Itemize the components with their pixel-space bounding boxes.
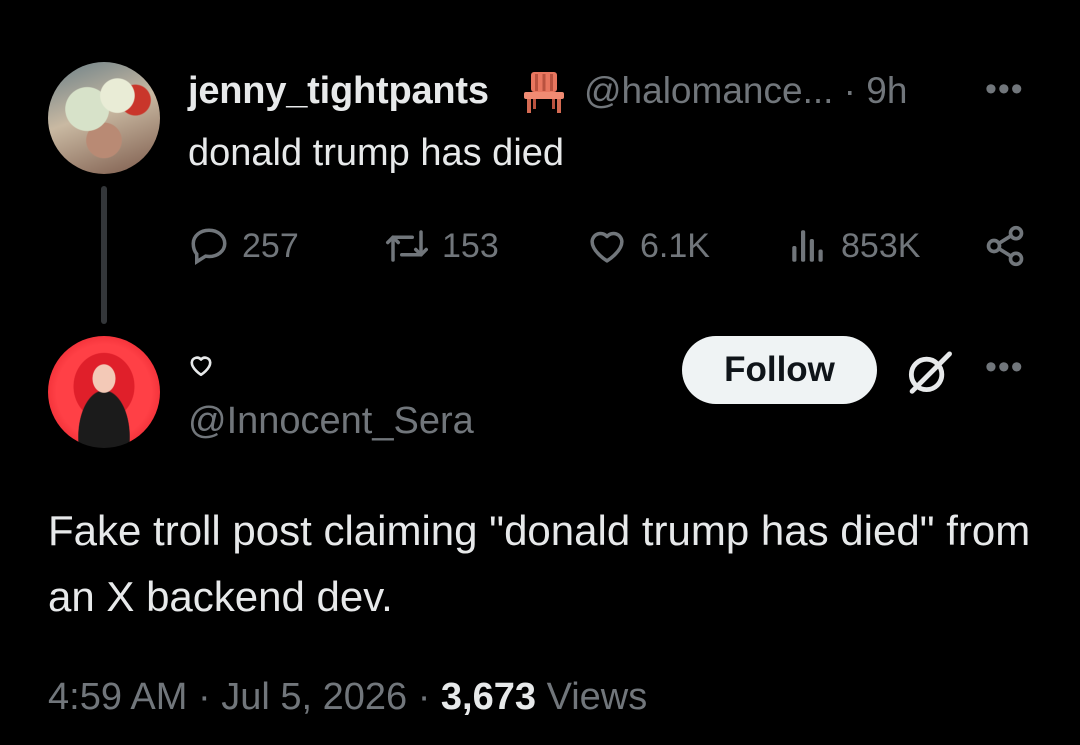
separator: · xyxy=(197,676,211,718)
follow-button[interactable]: Follow xyxy=(682,336,877,404)
views-count: 853K xyxy=(841,226,921,265)
parent-tweet-text: donald trump has died xyxy=(188,132,565,174)
like-count: 6.1K xyxy=(640,226,710,265)
reply-button[interactable]: 257 xyxy=(188,222,299,270)
repost-button[interactable]: 153 xyxy=(384,222,499,270)
heart-outline-icon xyxy=(188,352,214,383)
like-button[interactable]: 6.1K xyxy=(586,222,710,270)
parent-handle-time[interactable]: @halomance... · 9h xyxy=(584,70,907,112)
author-handle[interactable]: @Innocent_Sera xyxy=(188,400,474,443)
tweet-meta: 4:59 AM · Jul 5, 2026 · 3,673 Views xyxy=(48,676,647,719)
views-count: 3,673 xyxy=(440,676,536,718)
tweet-text: Fake troll post claiming "donald trump h… xyxy=(48,507,1031,620)
share-icon xyxy=(986,225,1024,267)
more-icon[interactable]: ••• xyxy=(985,70,1024,109)
views-icon xyxy=(792,230,823,262)
parent-author-avatar[interactable] xyxy=(48,62,160,174)
reply-count: 257 xyxy=(242,226,299,265)
repost-count: 153 xyxy=(442,226,499,265)
more-icon[interactable]: ••• xyxy=(985,348,1024,387)
parent-author-name[interactable]: jenny_tightpants xyxy=(188,70,489,113)
tweet-date[interactable]: Jul 5, 2026 xyxy=(221,676,407,718)
chair-emoji-icon xyxy=(521,70,567,114)
share-button[interactable] xyxy=(983,222,1027,270)
reply-icon xyxy=(191,228,227,265)
separator: · xyxy=(417,676,431,718)
grok-icon[interactable] xyxy=(900,343,958,406)
tweet-time[interactable]: 4:59 AM xyxy=(48,676,187,718)
repost-icon xyxy=(386,230,428,262)
views-label: Views xyxy=(546,676,648,718)
thread-connector-line xyxy=(101,186,107,324)
author-avatar[interactable] xyxy=(48,336,160,448)
views-button[interactable]: 853K xyxy=(787,222,920,270)
like-icon xyxy=(590,231,624,263)
